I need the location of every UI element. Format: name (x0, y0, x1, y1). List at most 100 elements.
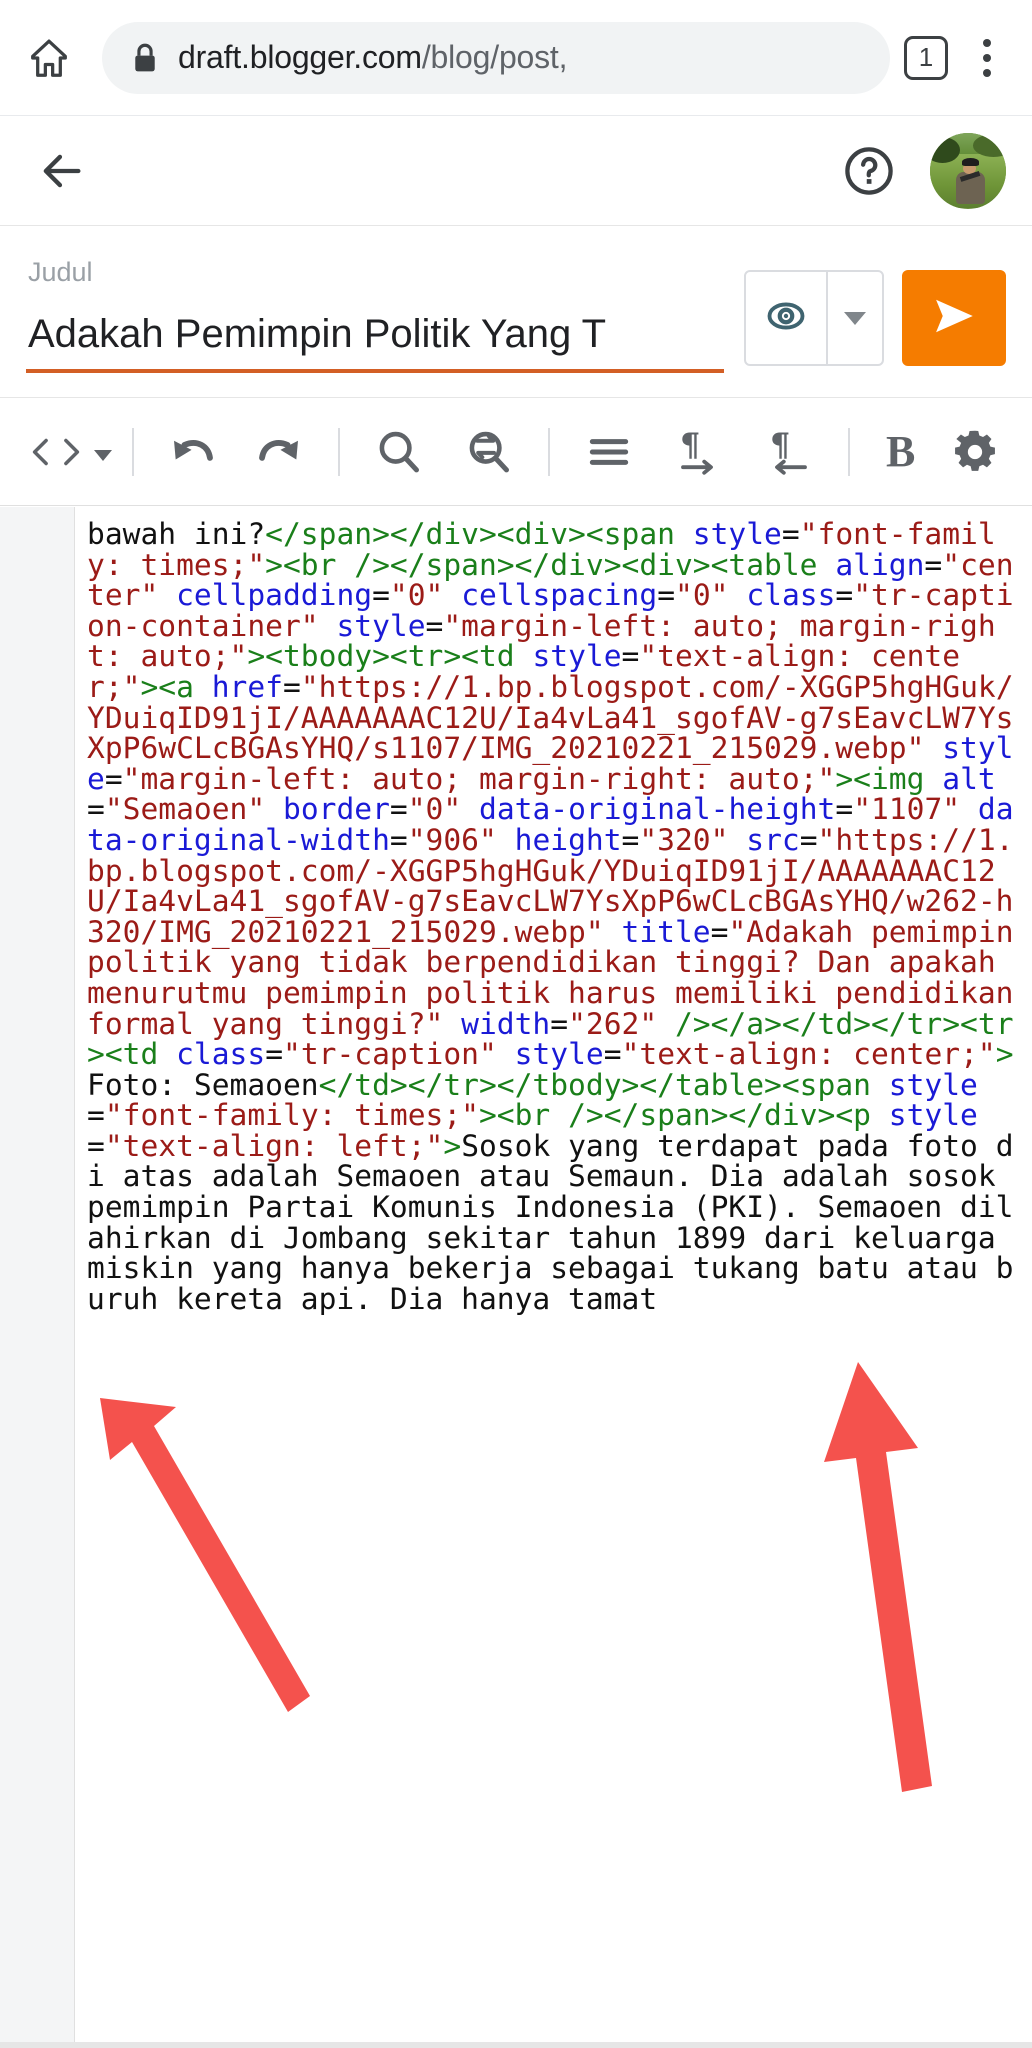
preview-dropdown-button[interactable] (828, 272, 882, 364)
code-token-tag: > (443, 1128, 462, 1163)
code-token-txt: = (550, 1006, 569, 1041)
ltr-direction-icon[interactable]: ¶ (654, 398, 744, 506)
code-token-attr: cellpadding (176, 578, 373, 613)
code-token-attr: style (514, 1037, 604, 1072)
code-token-txt: = (621, 639, 640, 674)
code-token-txt: = (710, 914, 729, 949)
home-icon[interactable] (18, 27, 80, 89)
html-view-caret-icon[interactable] (88, 398, 118, 506)
kebab-dot (983, 53, 991, 62)
post-title-row: Judul Adakah Pemimpin Politik Yang T (0, 226, 1032, 398)
app-bar (0, 116, 1032, 226)
post-title-field[interactable]: Judul Adakah Pemimpin Politik Yang T (26, 246, 744, 373)
code-token-attr: border (283, 792, 390, 827)
code-token-tag: ><br /></span></div><div><table (265, 547, 836, 582)
code-token-attr: class (176, 1037, 266, 1072)
html-view-icon[interactable] (18, 398, 88, 506)
lock-icon (130, 41, 160, 75)
code-token-attr: href (211, 669, 284, 704)
toolbar-divider (548, 427, 550, 476)
toolbar-divider (132, 427, 134, 476)
code-token-attr: style (692, 517, 782, 551)
code-token-txt: = (389, 792, 408, 827)
svg-text:¶: ¶ (770, 426, 790, 464)
search-icon[interactable] (354, 398, 444, 506)
code-token-tag: ><br /></span></div><p (478, 1098, 889, 1133)
code-token-txt: = (372, 578, 390, 613)
tab-counter-button[interactable]: 1 (904, 35, 948, 80)
undo-icon[interactable] (148, 398, 236, 506)
settings-gear-icon[interactable] (937, 398, 1017, 506)
help-circle-icon[interactable] (838, 140, 900, 202)
code-token-val: "0" (389, 578, 462, 613)
code-token-attr: cellspacing (461, 578, 658, 613)
back-arrow-icon[interactable] (26, 136, 96, 206)
user-avatar[interactable] (930, 132, 1006, 209)
code-token-txt: = (389, 822, 408, 857)
code-token-txt: = (781, 517, 800, 551)
code-token-txt: = (87, 1098, 105, 1133)
code-token-attr: data-original-height (479, 792, 836, 827)
code-token-val: "Semaoen" (104, 792, 283, 827)
code-token-attr: height (514, 822, 622, 857)
editor-code-content[interactable]: bawah ini?</span></div><div><span style=… (75, 507, 1032, 2048)
code-token-tag: ><tbody><tr><td (247, 639, 533, 674)
eye-preview-icon (764, 294, 808, 343)
toolbar-divider (338, 427, 340, 476)
url-text: draft.blogger.com/blog/post, (178, 39, 567, 76)
send-publish-icon (929, 291, 979, 346)
post-title-underline (26, 369, 724, 373)
editor-gutter (0, 507, 75, 2048)
align-icon[interactable] (564, 398, 654, 506)
post-title-label: Judul (28, 257, 93, 287)
code-token-txt: = (265, 1037, 284, 1072)
post-title-input[interactable]: Adakah Pemimpin Politik Yang T (28, 312, 724, 357)
preview-button[interactable] (746, 272, 826, 364)
svg-text:¶: ¶ (680, 426, 700, 464)
editor-toolbar: ¶ ¶ B (0, 398, 1032, 506)
code-token-val: "0" (407, 792, 480, 827)
avatar-hat (961, 158, 979, 166)
publish-button[interactable] (902, 270, 1006, 366)
code-token-attr: style (336, 608, 426, 643)
code-token-txt: = (657, 578, 676, 613)
editor-bottom-rule (0, 2042, 1032, 2048)
bold-icon[interactable]: B (864, 398, 937, 506)
code-token-val: "262" (568, 1006, 675, 1041)
code-token-attr: class (746, 578, 836, 613)
code-token-attr: src (746, 822, 800, 857)
code-token-val: "tr-caption" (283, 1037, 515, 1072)
code-token-txt: = (835, 792, 854, 827)
code-token-txt: Foto: Semaoen (87, 1067, 319, 1102)
code-token-attr: title (621, 914, 711, 949)
code-token-txt: = (603, 1037, 622, 1072)
code-token-attr: width (461, 1006, 551, 1041)
code-token-tag: ><a (140, 669, 212, 704)
code-token-attr: align (835, 547, 925, 582)
html-source-editor[interactable]: bawah ini?</span></div><div><span style=… (0, 507, 1032, 2048)
code-token-tag: </span></div><div><span (265, 517, 693, 551)
redo-icon[interactable] (236, 398, 324, 506)
toolbar-divider (848, 427, 850, 476)
code-token-txt: = (835, 578, 854, 613)
code-token-attr: alt (942, 761, 996, 796)
kebab-dot (983, 68, 991, 77)
browser-toolbar: draft.blogger.com/blog/post, 1 (0, 0, 1032, 116)
preview-button-group (744, 270, 884, 366)
code-token-val: "906" (407, 822, 515, 857)
url-path: /blog/post, (421, 39, 568, 75)
code-token-txt: = (104, 761, 123, 796)
kebab-menu-icon[interactable] (960, 27, 1014, 89)
code-token-txt: = (283, 669, 301, 704)
url-host: draft.blogger.com (178, 39, 422, 75)
code-token-val: "0" (675, 578, 747, 613)
code-token-val: "1107" (853, 792, 978, 827)
code-token-txt: = (425, 608, 444, 643)
code-token-txt: = (924, 547, 943, 582)
address-bar[interactable]: draft.blogger.com/blog/post, (102, 21, 890, 94)
avatar-bush-right (972, 134, 1006, 157)
rtl-direction-icon[interactable]: ¶ (744, 398, 834, 506)
code-token-attr: style (888, 1067, 978, 1102)
search-replace-icon[interactable] (444, 398, 534, 506)
code-token-tag: </td></tr></tbody></table><span (318, 1067, 889, 1102)
